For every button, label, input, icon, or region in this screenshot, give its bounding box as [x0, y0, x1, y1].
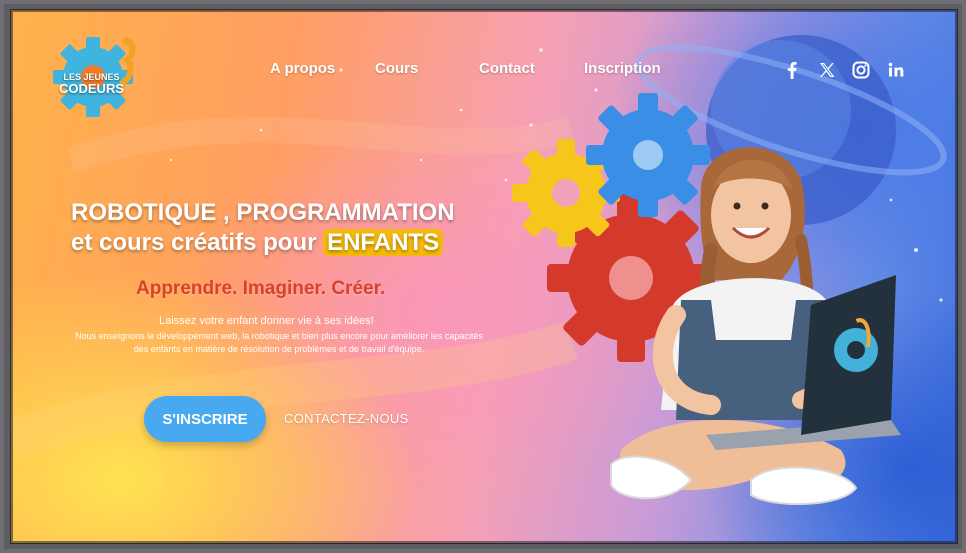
headline-line2-prefix: et cours créatifs pour: [71, 229, 324, 256]
brand-name: LES JEUNES CODEURS: [59, 72, 125, 96]
hero-subheadline: Laissez votre enfant donner vie à ses id…: [159, 315, 374, 327]
brand-line2: CODEURS: [59, 81, 125, 96]
x-icon[interactable]: [817, 60, 837, 80]
linkedin-icon[interactable]: [886, 60, 906, 80]
headline-line1: ROBOTIQUE , PROGRAMMATION: [71, 199, 455, 226]
hero-section: LES JEUNES CODEURS A propos Cours Contac…: [10, 9, 958, 544]
blue-gear-icon: [586, 93, 710, 217]
hero-tagline: Apprendre. Imaginer. Créer.: [136, 278, 386, 299]
nav-link-inscription[interactable]: Inscription: [584, 60, 661, 77]
hero-description: Nous enseignons le développement web, la…: [75, 331, 483, 354]
contact-us-link[interactable]: CONTACTEZ-NOUS: [284, 411, 409, 426]
nav-link-cours[interactable]: Cours: [375, 60, 418, 77]
headline-line2: et cours créatifs pour ENFANTS: [71, 228, 455, 258]
hero-illustration: [11, 35, 947, 506]
instagram-icon[interactable]: [851, 60, 871, 80]
facebook-icon[interactable]: [782, 60, 802, 80]
nav-link-contact[interactable]: Contact: [479, 60, 535, 77]
headline-highlight: ENFANTS: [323, 229, 444, 256]
nav-link-a-propos[interactable]: A propos: [270, 60, 335, 77]
brand-logo[interactable]: LES JEUNES CODEURS: [51, 30, 146, 120]
hero-headline: ROBOTIQUE , PROGRAMMATION et cours créat…: [71, 198, 455, 258]
signup-button[interactable]: S'INSCRIRE: [144, 396, 266, 442]
